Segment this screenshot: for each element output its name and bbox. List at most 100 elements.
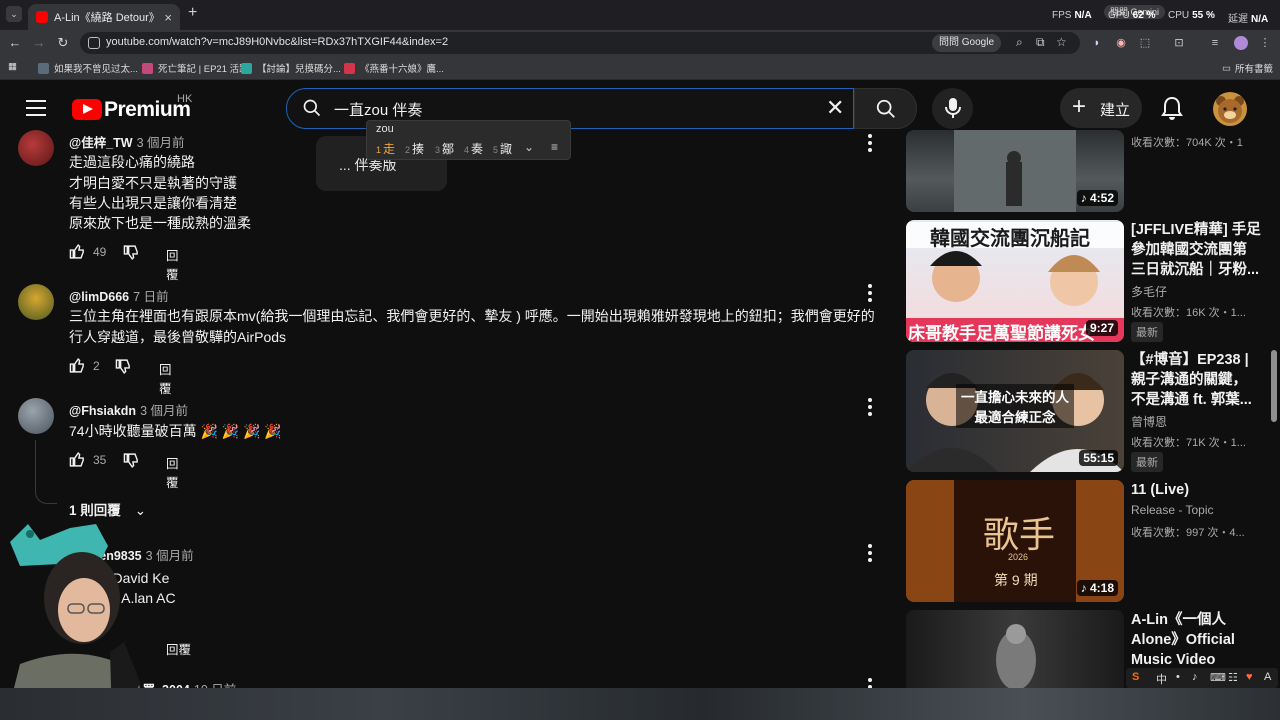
- punctuation-icon[interactable]: •: [1176, 671, 1180, 683]
- ime-candidate[interactable]: 5諏: [493, 140, 512, 157]
- voice-icon[interactable]: ♪: [1192, 671, 1198, 683]
- bookmark-item[interactable]: 《燕番十六娘》鷹...: [344, 61, 444, 75]
- browser-tab-active[interactable]: A-Lin《繞路 Detour》Official M ×: [28, 4, 180, 30]
- youtube-logo-icon[interactable]: [72, 99, 102, 120]
- notifications-bell-icon[interactable]: [1161, 96, 1183, 120]
- commenter-avatar[interactable]: [18, 284, 54, 320]
- apps-grid-icon[interactable]: ▦: [8, 61, 17, 72]
- toolbox-icon[interactable]: ☷: [1228, 671, 1238, 684]
- video-meta: 收看次數：71K 次・1...: [1131, 437, 1246, 449]
- video-title[interactable]: 【#博音】EP238 | 親子溝通的關鍵，不是溝通 ft. 郭葉...: [1131, 350, 1261, 410]
- comment-text: 有些人出現只是讓你看清楚: [69, 195, 237, 211]
- browser-menu-icon[interactable]: ⋮: [1258, 36, 1272, 50]
- comment-author[interactable]: @limD666 7 日前: [69, 286, 169, 305]
- reply-button[interactable]: 回覆: [159, 359, 172, 397]
- video-channel[interactable]: Release - Topic: [1131, 503, 1214, 517]
- video-thumbnail[interactable]: 歌手 2026 第 9 期 ♪ 4:18: [906, 480, 1124, 602]
- profile-avatar-icon[interactable]: [1234, 36, 1248, 50]
- ime-candidate[interactable]: 3鄒: [435, 140, 454, 157]
- thumbs-up-icon[interactable]: [69, 451, 86, 468]
- comment-more-icon[interactable]: [868, 544, 872, 565]
- bookmark-favicon-icon: [241, 62, 252, 74]
- bookmark-star-icon[interactable]: ☆: [1056, 35, 1067, 49]
- thumbs-up-icon[interactable]: [69, 243, 86, 260]
- show-replies-button[interactable]: 1 則回覆 ⌄: [69, 499, 146, 519]
- skin-icon[interactable]: ♥: [1246, 671, 1253, 683]
- comment-author[interactable]: @Fhsiakdn 3 個月前: [69, 400, 188, 419]
- video-channel[interactable]: 多毛仔: [1131, 283, 1167, 300]
- ime-candidate[interactable]: 2揍: [405, 140, 424, 157]
- chinese-mode-icon[interactable]: 中: [1156, 671, 1167, 687]
- address-bar[interactable]: youtube.com/watch?v=mcJ89H0Nvbc&list=RDx…: [80, 32, 1080, 54]
- bookmark-item[interactable]: 如果我不曾见过太...: [38, 61, 138, 75]
- ask-google-chip[interactable]: 問問 Google: [932, 34, 1002, 52]
- thumbs-down-icon[interactable]: [123, 244, 140, 261]
- video-title[interactable]: [JFFLIVE精華] 手足參加韓國交流團第三日就沉船｜牙粉...: [1131, 220, 1261, 280]
- url-text[interactable]: youtube.com/watch?v=mcJ89H0Nvbc&list=RDx…: [106, 36, 448, 48]
- comment-text: 原來放下也是一種成熟的溫柔: [69, 215, 251, 231]
- video-thumbnail[interactable]: 一直擔心未來的人 最適合練正念 55:15: [906, 350, 1124, 472]
- commenter-avatar[interactable]: [18, 398, 54, 434]
- video-thumbnail[interactable]: 韓國交流團沉船記 床哥教手足萬聖節講死女 9:27: [906, 220, 1124, 342]
- video-title[interactable]: A-Lin《一個人 Alone》Official Music Video: [1131, 610, 1261, 670]
- zoom-icon[interactable]: ⌕: [1016, 35, 1023, 50]
- cpu-readout: CPU 55 %: [1168, 10, 1215, 21]
- ime-expand-icon[interactable]: ⌄: [524, 140, 534, 154]
- ime-menu-icon[interactable]: ≡: [551, 140, 558, 154]
- create-button[interactable]: + 建立: [1060, 88, 1142, 128]
- music-note-icon: ♪: [1080, 191, 1090, 205]
- plus-icon: +: [1072, 93, 1087, 120]
- forward-icon[interactable]: →: [30, 34, 48, 52]
- reply-button[interactable]: 回覆: [166, 453, 179, 491]
- thumbnail-show-title: 歌手: [983, 515, 1056, 556]
- reply-button[interactable]: 回覆: [166, 639, 191, 658]
- video-meta: 收看次數：704K 次・1: [1131, 137, 1243, 149]
- tab-groups-icon[interactable]: ⊡: [1172, 36, 1186, 50]
- video-duration: 55:15: [1079, 450, 1118, 466]
- thumbs-down-icon[interactable]: [123, 452, 140, 469]
- reload-icon[interactable]: ↻: [54, 34, 72, 52]
- keyboard-icon[interactable]: ⌨: [1210, 671, 1226, 684]
- thumbs-down-icon[interactable]: [115, 358, 132, 375]
- commenter-avatar[interactable]: [18, 130, 54, 166]
- comment-more-icon[interactable]: [868, 134, 872, 155]
- sogou-icon[interactable]: S: [1132, 671, 1139, 683]
- ime-candidate[interactable]: 4奏: [464, 140, 483, 157]
- video-title[interactable]: 11 (Live): [1131, 480, 1261, 500]
- account-avatar[interactable]: [1213, 92, 1247, 126]
- clear-search-icon[interactable]: ✕: [826, 96, 844, 120]
- thumbnail-episode: 第 9 期: [994, 572, 1038, 588]
- extension-icon[interactable]: ◉: [1114, 36, 1128, 50]
- new-tab-icon[interactable]: +: [188, 4, 197, 22]
- thumbs-up-icon[interactable]: [69, 357, 86, 374]
- gpu-readout: GPU 62 %: [1108, 10, 1156, 21]
- back-icon[interactable]: ←: [6, 34, 24, 52]
- page-scrollbar-thumb[interactable]: [1271, 350, 1277, 422]
- search-button[interactable]: [854, 88, 917, 129]
- font-size-icon[interactable]: A: [1264, 671, 1271, 683]
- guide-menu-icon[interactable]: [26, 100, 46, 121]
- video-thumbnail[interactable]: [906, 610, 1124, 688]
- comment-more-icon[interactable]: [868, 398, 872, 419]
- comment-author[interactable]: @佳梓_TW 3 個月前: [69, 132, 185, 151]
- site-info-icon[interactable]: [88, 37, 100, 49]
- video-channel[interactable]: 曾博恩: [1131, 413, 1167, 430]
- video-thumbnail[interactable]: ♪ 4:52: [906, 130, 1124, 212]
- tab-search-icon[interactable]: ⌄: [6, 6, 22, 22]
- tab-close-icon[interactable]: ×: [164, 10, 172, 25]
- tab-title: A-Lin《繞路 Detour》Official M: [54, 12, 159, 24]
- ime-candidate-window: zou 1走 2揍 3鄒 4奏 5諏 ⌄ ≡: [366, 120, 571, 160]
- ime-candidate[interactable]: 1走: [376, 140, 395, 157]
- extension-icon[interactable]: ◗: [1090, 36, 1104, 50]
- install-app-icon[interactable]: ⧉: [1036, 35, 1045, 50]
- bookmark-item[interactable]: 死亡筆記 | EP21 活躍: [142, 61, 249, 75]
- reading-list-icon[interactable]: ≡: [1208, 36, 1222, 50]
- search-query-text[interactable]: 一直zou 伴奏: [334, 99, 422, 120]
- reply-button[interactable]: 回覆: [166, 245, 179, 283]
- bookmark-item[interactable]: 【討論】兒摸碼分...: [241, 61, 341, 75]
- music-note-icon: ♪: [1080, 581, 1090, 595]
- extensions-puzzle-icon[interactable]: ⬚: [1138, 36, 1152, 50]
- voice-search-button[interactable]: [932, 88, 973, 129]
- all-bookmarks[interactable]: ▭ 所有書籤: [1222, 61, 1273, 76]
- comment-more-icon[interactable]: [868, 284, 872, 305]
